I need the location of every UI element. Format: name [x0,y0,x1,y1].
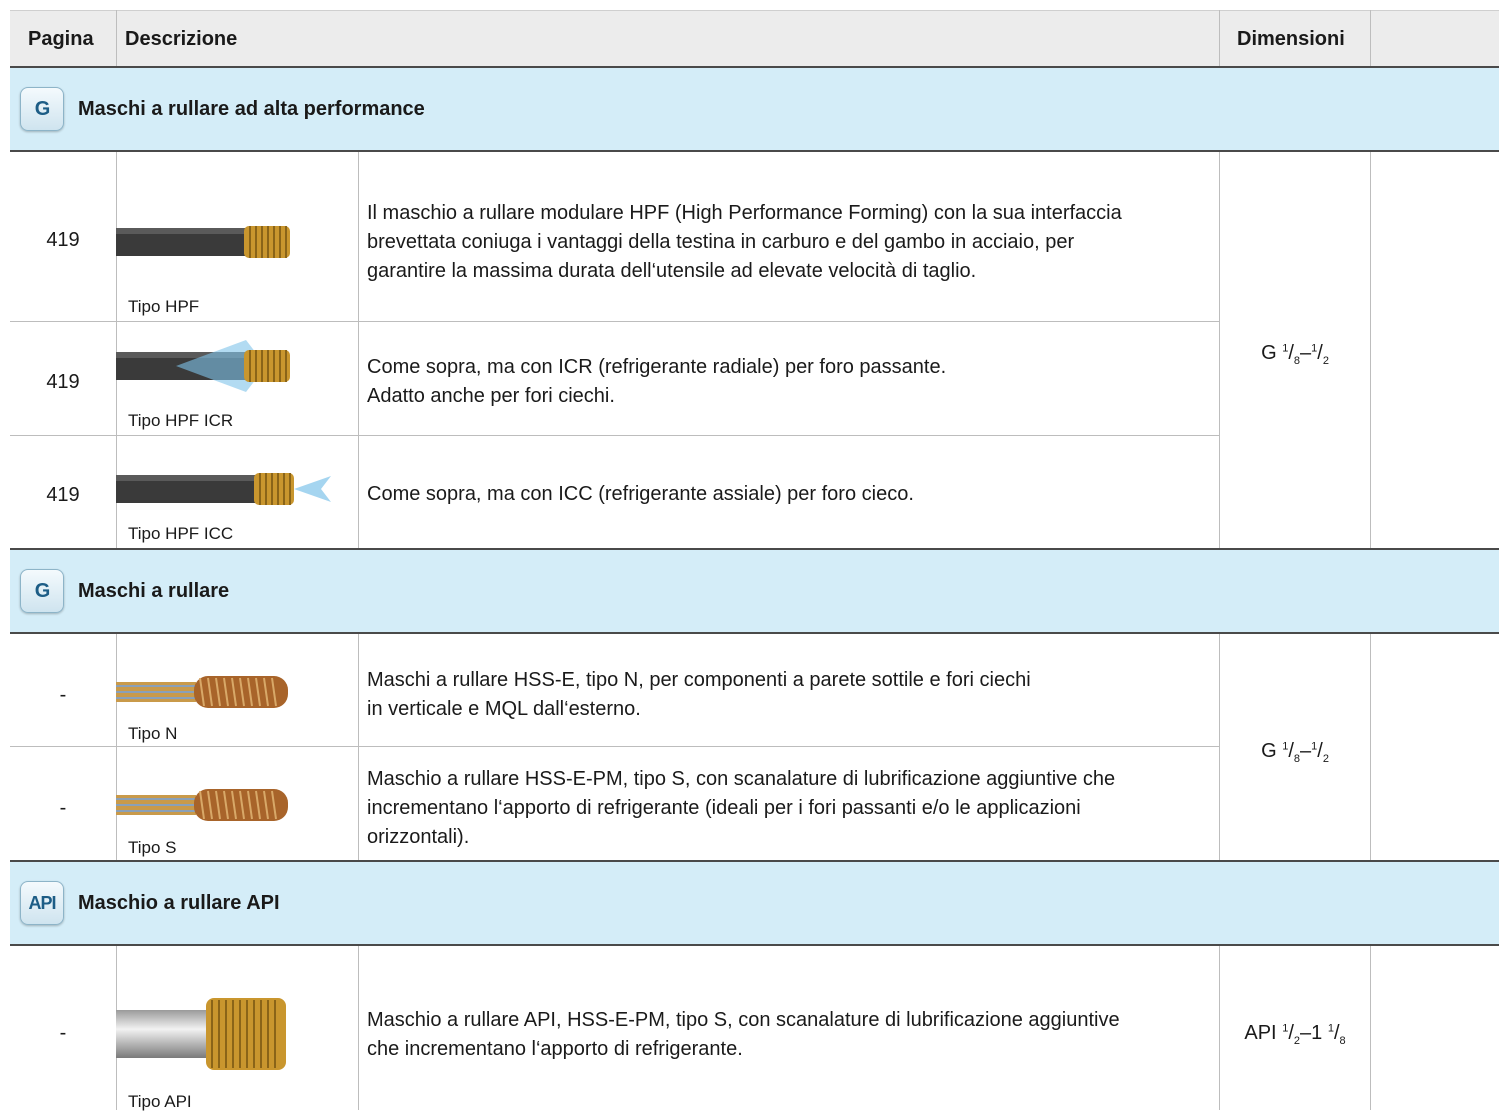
fraction-denominator: 8 [1293,355,1300,367]
row-description: Maschio a rullare HSS-E-PM, tipo S, con … [367,765,1207,852]
section-title: Maschio a rullare API [78,891,280,914]
section-title: Maschi a rullare [78,579,230,602]
description-line: Adatto anche per fori ciechi. [367,385,615,407]
fraction-denominator: 2 [1293,1035,1300,1047]
dimension-prefix: API [1244,1022,1277,1044]
page-number: - [59,684,67,706]
tool-type-label: Tipo API [128,1092,192,1111]
section-header-roll-taps: G Maschi a rullare [10,550,1499,632]
description-line: Il maschio a rullare modulare HPF (High … [367,202,1122,224]
row-description: Maschio a rullare API, HSS-E-PM, tipo S,… [367,1006,1207,1064]
page-number: 419 [46,484,80,506]
hpf-icr-tap-icon [116,340,290,392]
dimension-whole: 1 [1311,1022,1323,1044]
fraction-numerator: 1 [1282,740,1289,753]
row-description: Maschi a rullare HSS-E, tipo N, per comp… [367,666,1207,724]
section-badge: G [20,87,64,131]
page-number: - [59,1022,67,1044]
page-number: - [59,797,67,819]
fraction-numerator: 1 [1311,740,1318,753]
header-page: Pagina [28,27,94,50]
section-badge: G [20,569,64,613]
section-title: Maschi a rullare ad alta performance [78,97,425,120]
fraction-numerator: 1 [1282,342,1289,355]
fraction-numerator: 1 [1311,342,1318,355]
description-line: Come sopra, ma con ICR (refrigerante rad… [367,356,947,378]
row-description: Come sopra, ma con ICR (refrigerante rad… [367,353,1207,411]
row-description: Il maschio a rullare modulare HPF (High … [367,199,1207,286]
dimension-prefix: G [1261,342,1277,364]
description-line: brevettata coniuga i vantaggi della test… [367,231,1075,253]
hpf-tap-icon [116,226,290,258]
description-line: orizzontali). [367,826,470,848]
description-line: che incrementano l‘apporto di refrigeran… [367,1038,743,1060]
description-line: in verticale e MQL dall‘esterno. [367,698,641,720]
description-line: Maschi a rullare HSS-E, tipo N, per comp… [367,669,1031,691]
page-number: 419 [46,229,80,251]
description-line: Come sopra, ma con ICC (refrigerante ass… [367,483,914,505]
tool-type-label: Tipo HPF ICR [128,411,234,430]
fraction-numerator: 1 [1327,1022,1334,1035]
section-header-api: API Maschio a rullare API [10,862,1499,944]
section-header-hpf: G Maschi a rullare ad alta performance [10,68,1499,150]
tool-type-label: Tipo HPF [128,297,200,316]
fraction-denominator: 2 [1322,355,1329,367]
page-number: 419 [46,371,80,393]
description-line: incrementano l‘apporto di refrigerante (… [367,797,1081,819]
description-line: Maschio a rullare HSS-E-PM, tipo S, con … [367,768,1116,790]
dimension-range: G 1/8–1/2 [1261,740,1329,765]
description-line: Maschio a rullare API, HSS-E-PM, tipo S,… [367,1009,1120,1031]
fraction-denominator: 8 [1339,1035,1346,1047]
row-description: Come sopra, ma con ICC (refrigerante ass… [367,480,1207,509]
tool-type-label: Tipo N [128,724,178,743]
table-header: Pagina Descrizione Dimensioni [10,10,1499,66]
tool-type-label: Tipo S [128,838,177,857]
header-dimensions: Dimensioni [1237,27,1345,50]
api-tap-icon [116,998,286,1070]
dimension-range: API 1/2–1 1/8 [1244,1022,1346,1047]
fraction-denominator: 2 [1322,753,1329,765]
description-line: garantire la massima durata dell‘utensil… [367,260,977,282]
header-description: Descrizione [125,27,238,50]
hpf-icc-tap-icon [116,473,331,505]
dimension-range: G 1/8–1/2 [1261,342,1329,367]
fraction-denominator: 8 [1293,753,1300,765]
fraction-numerator: 1 [1282,1022,1289,1035]
roll-tap-n-icon [116,676,288,708]
tool-type-label: Tipo HPF ICC [128,524,234,543]
roll-tap-s-icon [116,789,288,821]
dimension-prefix: G [1261,740,1277,762]
section-badge: API [20,881,64,925]
